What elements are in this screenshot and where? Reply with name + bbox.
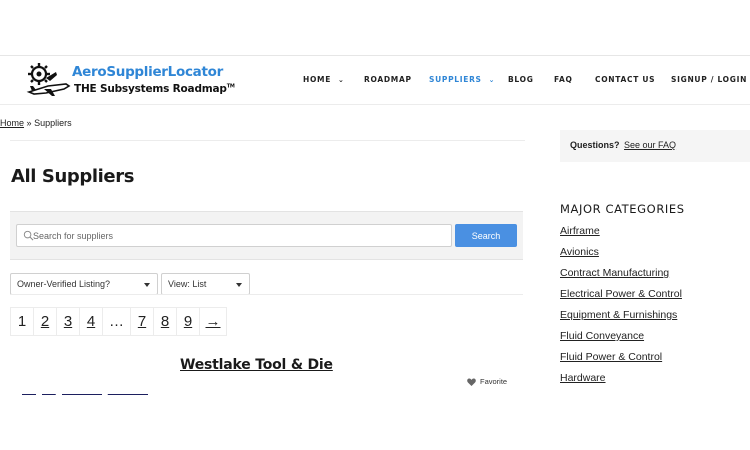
page-2[interactable]: 2 [33, 307, 57, 336]
chevron-down-icon: ⌄ [338, 76, 345, 84]
category-item[interactable]: Contract Manufacturing [560, 267, 682, 288]
nav-faq[interactable]: FAQ [554, 75, 573, 84]
main-nav: HOME ⌄ ROADMAP SUPPLIERS ⌄ BLOG FAQ CONTAC… [0, 75, 750, 87]
nav-roadmap[interactable]: ROADMAP [364, 75, 412, 84]
category-link-contract-manufacturing[interactable]: Contract Manufacturing [560, 267, 669, 279]
page-3[interactable]: 3 [56, 307, 80, 336]
page-7[interactable]: 7 [130, 307, 154, 336]
view-select-value: View: List [168, 279, 207, 289]
owner-verified-select-value: Owner-Verified Listing? [17, 279, 111, 289]
supplier-result-title[interactable]: Westlake Tool & Die [180, 357, 333, 373]
nav-faq-label: FAQ [554, 75, 573, 84]
breadcrumb-separator: » [26, 118, 32, 128]
page-4[interactable]: 4 [79, 307, 103, 336]
nav-suppliers[interactable]: SUPPLIERS ⌄ [429, 75, 495, 84]
favorite-button[interactable]: Favorite [467, 377, 507, 386]
category-item[interactable]: Fluid Conveyance [560, 330, 682, 351]
category-link-equipment[interactable]: Equipment & Furnishings [560, 309, 677, 321]
nav-suppliers-label: SUPPLIERS [429, 75, 482, 84]
category-link-hardware[interactable]: Hardware [560, 372, 606, 384]
nav-home[interactable]: HOME ⌄ [303, 75, 345, 84]
category-item[interactable]: Airframe [560, 225, 682, 246]
page-title: All Suppliers [11, 166, 135, 187]
category-link-electrical-power[interactable]: Electrical Power & Control [560, 288, 682, 300]
chevron-down-icon: ⌄ [488, 76, 496, 84]
category-link-fluid-conveyance[interactable]: Fluid Conveyance [560, 330, 644, 342]
categories-heading: MAJOR CATEGORIES [560, 202, 685, 216]
search-box[interactable] [16, 224, 452, 247]
view-select[interactable]: View: List [161, 273, 250, 295]
nav-signup-login-label: SIGNUP / LOGIN [671, 75, 748, 84]
pagination: 1 2 3 4 … 7 8 9 → [10, 307, 227, 337]
nav-roadmap-label: ROADMAP [364, 75, 412, 84]
search-bar: Search [10, 211, 523, 260]
category-item[interactable]: Hardware [560, 372, 682, 393]
breadcrumb-current: Suppliers [34, 118, 72, 128]
nav-signup-login[interactable]: SIGNUP / LOGIN⌄ [671, 75, 750, 84]
nav-home-label: HOME [303, 75, 332, 84]
category-link-avionics[interactable]: Avionics [560, 246, 599, 258]
faq-question-label: Questions? [570, 140, 620, 150]
category-item[interactable]: Fluid Power & Control [560, 351, 682, 372]
page-ellipsis: … [102, 307, 131, 336]
search-button[interactable]: Search [455, 224, 517, 247]
nav-contact-us-label: CONTACT US [595, 75, 656, 84]
supplier-logo[interactable] [22, 389, 148, 395]
supplier-logo-image [22, 394, 148, 395]
page-1: 1 [10, 307, 34, 336]
category-item[interactable]: Electrical Power & Control [560, 288, 682, 309]
nav-contact-us[interactable]: CONTACT US [595, 75, 655, 84]
search-input[interactable] [33, 227, 443, 244]
category-link-airframe[interactable]: Airframe [560, 225, 600, 237]
nav-blog-label: BLOG [508, 75, 534, 84]
sidebar-faq-box: Questions? See our FAQ [560, 130, 750, 162]
breadcrumb-divider [10, 140, 525, 141]
category-link-fluid-power[interactable]: Fluid Power & Control [560, 351, 662, 363]
favorite-label: Favorite [480, 377, 508, 386]
categories-list: Airframe Avionics Contract Manufacturing… [560, 225, 682, 393]
nav-blog[interactable]: BLOG [508, 75, 534, 84]
breadcrumb: Home » Suppliers [0, 118, 72, 128]
category-item[interactable]: Avionics [560, 246, 682, 267]
breadcrumb-home-link[interactable]: Home [0, 118, 24, 128]
header-bottom-divider [0, 104, 750, 105]
caret-down-icon [236, 283, 242, 287]
owner-verified-select[interactable]: Owner-Verified Listing? [10, 273, 158, 295]
header-top-divider [0, 55, 750, 56]
page-9[interactable]: 9 [176, 307, 200, 336]
filters-divider [10, 294, 523, 295]
heart-icon [467, 378, 476, 386]
next-page-arrow-icon[interactable]: → [199, 307, 227, 336]
caret-down-icon [144, 283, 150, 287]
category-item[interactable]: Equipment & Furnishings [560, 309, 682, 330]
page-8[interactable]: 8 [153, 307, 177, 336]
faq-link[interactable]: See our FAQ [624, 140, 676, 150]
